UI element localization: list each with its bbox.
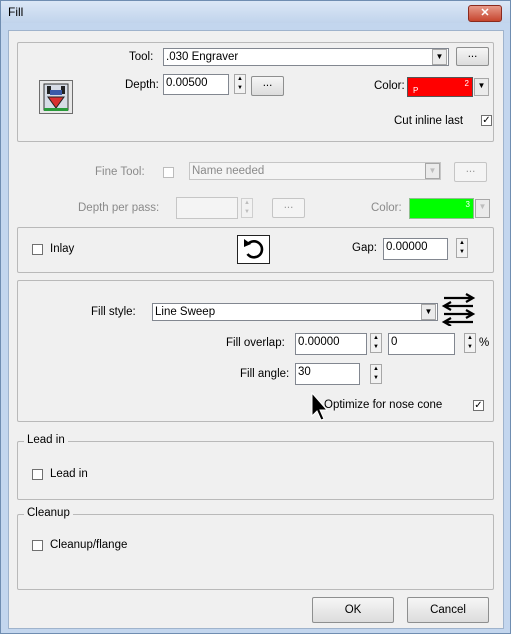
color-label: Color: — [374, 80, 405, 92]
tool-dropdown-arrow-icon[interactable]: ▼ — [432, 49, 447, 65]
fine-color-swatch[interactable]: 3 — [409, 198, 474, 219]
fill-overlap-input[interactable]: 0.00000 — [295, 333, 367, 355]
fill-style-label: Fill style: — [91, 306, 136, 318]
fill-style-group: Fill style: Line Sweep ▼ Fill overlap: 0… — [17, 280, 494, 422]
lead-in-checkbox[interactable] — [32, 469, 43, 480]
fill-angle-spinner[interactable]: ▲ ▼ — [370, 364, 382, 384]
fill-overlap-percent-input[interactable]: 0 — [388, 333, 455, 355]
color-swatch-number: 2 — [464, 79, 469, 88]
check-mark-icon: ✓ — [474, 400, 483, 411]
mouse-cursor-icon — [311, 391, 331, 422]
color-swatch-p-label: P — [413, 86, 419, 95]
optimize-nose-cone-label: Optimize for nose cone — [324, 399, 443, 411]
depth-label: Depth: — [125, 79, 159, 91]
depth-browse-button[interactable]: ... — [251, 76, 284, 96]
fill-overlap-percent-spinner[interactable]: ▲ ▼ — [464, 333, 476, 353]
depth-per-pass-input[interactable] — [176, 197, 238, 219]
fill-angle-label: Fill angle: — [240, 368, 290, 380]
fill-dialog: Fill ✕ Tool: .030 Engraver ▼ ... Depth: … — [0, 0, 511, 634]
fill-style-dropdown-arrow-icon[interactable]: ▼ — [421, 304, 436, 320]
optimize-nose-cone-checkbox[interactable]: ✓ — [473, 400, 484, 411]
depth-per-pass-spinner[interactable]: ▲ ▼ — [241, 198, 253, 218]
tool-group: Tool: .030 Engraver ▼ ... Depth: 0.00500 — [17, 42, 494, 142]
fill-style-value: Line Sweep — [155, 306, 216, 318]
close-button[interactable]: ✕ — [468, 5, 502, 22]
cut-inline-last-checkbox[interactable]: ✓ — [481, 115, 492, 126]
window-title: Fill — [8, 5, 24, 19]
gap-input[interactable]: 0.00000 — [383, 238, 448, 260]
fine-tool-browse-button[interactable]: ... — [454, 162, 487, 182]
ok-button[interactable]: OK — [312, 597, 394, 623]
line-sweep-pattern-icon — [440, 292, 477, 327]
cleanup-flange-checkbox[interactable] — [32, 540, 43, 551]
fill-overlap-spinner[interactable]: ▲ ▼ — [370, 333, 382, 353]
fine-tool-checkbox[interactable] — [163, 167, 174, 178]
gap-spinner[interactable]: ▲ ▼ — [456, 238, 468, 258]
cancel-button[interactable]: Cancel — [407, 597, 489, 623]
fine-color-label: Color: — [371, 202, 402, 214]
tool-value: .030 Engraver — [166, 51, 239, 63]
fine-tool-value: Name needed — [192, 165, 265, 177]
lead-in-group-label: Lead in — [24, 434, 68, 446]
fine-tool-dropdown[interactable]: Name needed — [189, 162, 441, 180]
fine-color-swatch-number: 3 — [465, 200, 470, 209]
dialog-body: Tool: .030 Engraver ▼ ... Depth: 0.00500 — [8, 30, 504, 629]
fill-style-dropdown[interactable]: Line Sweep — [152, 303, 438, 321]
reverse-direction-icon[interactable] — [237, 235, 270, 264]
depth-per-pass-browse-button[interactable]: ... — [272, 198, 305, 218]
cleanup-group-label: Cleanup — [24, 507, 73, 519]
tool-label: Tool: — [129, 51, 154, 63]
cleanup-flange-label: Cleanup/flange — [50, 539, 128, 551]
inlay-checkbox[interactable] — [32, 244, 43, 255]
tool-browse-button[interactable]: ... — [456, 47, 489, 66]
lead-in-group: Lead in Lead in — [17, 434, 494, 500]
tool-color-swatch[interactable]: P 2 — [407, 77, 473, 97]
inlay-group: Inlay Gap: 0.00000 ▲ ▼ — [17, 227, 494, 273]
depth-spinner[interactable]: ▲ ▼ — [234, 74, 246, 94]
cleanup-group: Cleanup Cleanup/flange — [17, 507, 494, 590]
fine-tool-dropdown-arrow-icon[interactable]: ▼ — [425, 163, 440, 179]
lead-in-checkbox-label: Lead in — [50, 468, 88, 480]
check-mark-icon: ✓ — [482, 115, 491, 126]
fine-tool-label: Fine Tool: — [95, 166, 145, 178]
gap-label: Gap: — [352, 242, 377, 254]
depth-per-pass-label: Depth per pass: — [78, 202, 160, 214]
title-bar[interactable]: Fill ✕ — [1, 1, 510, 23]
fill-overlap-label: Fill overlap: — [226, 337, 285, 349]
fine-color-dropdown-arrow-icon[interactable]: ▼ — [475, 199, 490, 218]
tool-color-dropdown-arrow-icon[interactable]: ▼ — [474, 78, 489, 96]
fill-angle-input[interactable]: 30 — [295, 363, 360, 385]
tool-dropdown[interactable]: .030 Engraver — [163, 48, 449, 66]
percent-label: % — [479, 337, 490, 349]
depth-input[interactable]: 0.00500 — [163, 74, 229, 95]
cut-inline-last-label: Cut inline last — [394, 115, 464, 127]
tool-bit-icon[interactable] — [39, 80, 73, 114]
inlay-label: Inlay — [50, 243, 75, 255]
